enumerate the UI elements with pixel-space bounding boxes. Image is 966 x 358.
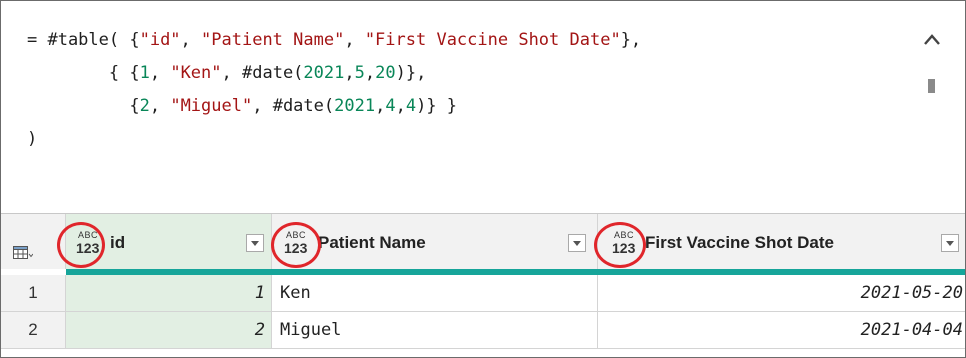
formula-scrollbar[interactable] (928, 79, 935, 93)
formula-editor[interactable]: = #table( {"id", "Patient Name", "First … (1, 1, 965, 213)
row-number[interactable]: 1 (1, 275, 66, 312)
cell-patient-name[interactable]: Ken (272, 275, 598, 312)
cell-first-vaccine-shot-date[interactable]: 2021-04-04 (598, 312, 965, 349)
cell-patient-name[interactable]: Miguel (272, 312, 598, 349)
column-name: Patient Name (318, 233, 426, 252)
table-row: 1 1 Ken 2021-05-20 (1, 275, 965, 312)
collapse-formula-chevron-icon[interactable] (921, 31, 943, 49)
column-filter-dropdown[interactable] (246, 234, 264, 252)
column-filter-dropdown[interactable] (941, 234, 959, 252)
table-menu-icon[interactable] (13, 246, 33, 260)
cell-id[interactable]: 2 (66, 312, 272, 349)
column-name: First Vaccine Shot Date (645, 233, 834, 252)
highlight-circle (594, 222, 646, 268)
cell-first-vaccine-shot-date[interactable]: 2021-05-20 (598, 275, 965, 312)
highlight-circle (271, 222, 321, 268)
row-number[interactable]: 2 (1, 312, 66, 349)
formula-text[interactable]: = #table( {"id", "Patient Name", "First … (27, 24, 641, 156)
column-filter-dropdown[interactable] (568, 234, 586, 252)
column-name: id (110, 233, 126, 252)
column-header-first-vaccine-shot-date[interactable]: ABC 123 First Vaccine Shot Date (598, 214, 965, 269)
column-header-patient-name[interactable]: ABC 123 Patient Name (272, 214, 598, 269)
cell-id[interactable]: 1 (66, 275, 272, 312)
column-header-row: ABC 123 id ABC 123 Patient Name ABC 123 … (1, 214, 965, 269)
highlight-circle (57, 222, 105, 268)
power-query-editor: = #table( {"id", "Patient Name", "First … (0, 0, 966, 358)
table-row: 2 2 Miguel 2021-04-04 (1, 312, 965, 349)
